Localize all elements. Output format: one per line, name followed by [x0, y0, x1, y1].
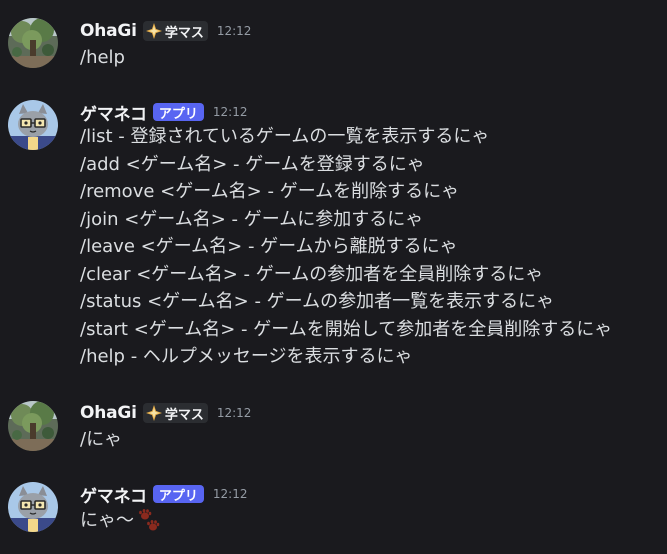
message-line: /status <ゲーム名> - ゲームの参加者一覧を表示するにゃ — [80, 291, 555, 312]
message-line: /leave <ゲーム名> - ゲームから離脱するにゃ — [80, 236, 458, 257]
sparkle-icon — [145, 405, 162, 421]
username[interactable]: ゲマネコ — [80, 100, 147, 125]
game-badge[interactable]: 学マス — [142, 403, 208, 423]
username[interactable]: OhaGi — [80, 21, 137, 41]
user-avatar[interactable] — [8, 18, 58, 68]
paw-prints-icon — [139, 509, 160, 531]
message-line: /remove <ゲーム名> - ゲームを削除するにゃ — [80, 181, 460, 202]
message-line: にゃ～ — [80, 507, 162, 535]
bot-avatar[interactable] — [8, 100, 58, 150]
app-badge: アプリ — [152, 103, 204, 122]
message-text: にゃ～ — [80, 510, 134, 531]
message-line: /help — [80, 47, 125, 68]
message-line: /start <ゲーム名> - ゲームを開始して参加者を全員削除するにゃ — [80, 318, 613, 340]
app-badge: アプリ — [152, 485, 204, 504]
username[interactable]: ゲマネコ — [80, 482, 147, 507]
sparkle-icon — [145, 23, 162, 39]
timestamp[interactable]: 12:12 — [213, 105, 248, 119]
message-line: /clear <ゲーム名> - ゲームの参加者を全員削除するにゃ — [80, 263, 544, 285]
user-avatar[interactable] — [8, 401, 58, 451]
chat-message-list: OhaGi 学マス 12:12 /help ゲマネコ アプリ 12:12 /li… — [0, 0, 667, 554]
username[interactable]: OhaGi — [80, 403, 137, 423]
message-line: /にゃ — [80, 429, 123, 450]
message-line: /add <ゲーム名> - ゲームを登録するにゃ — [80, 153, 425, 175]
game-badge[interactable]: 学マス — [142, 21, 208, 41]
message-line: /list - 登録されているゲームの一覧を表示するにゃ — [80, 126, 490, 147]
timestamp[interactable]: 12:12 — [217, 24, 252, 38]
message-line: /join <ゲーム名> - ゲームに参加するにゃ — [80, 208, 424, 230]
timestamp[interactable]: 12:12 — [213, 487, 248, 501]
game-badge-label: 学マス — [164, 25, 204, 41]
timestamp[interactable]: 12:12 — [217, 406, 252, 420]
message-line: /help - ヘルプメッセージを表示するにゃ — [80, 346, 413, 367]
bot-avatar[interactable] — [8, 482, 58, 532]
game-badge-label: 学マス — [164, 407, 204, 423]
